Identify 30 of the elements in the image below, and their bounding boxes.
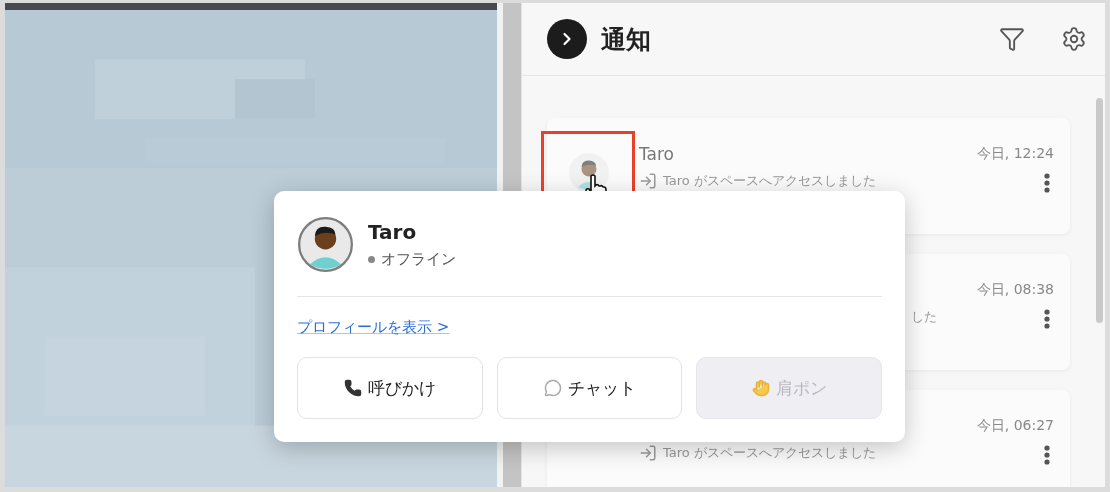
notification-message: Taro がスペースへアクセスしました [663, 173, 877, 189]
notification-time: 今日, 06:27 [976, 417, 1054, 435]
chat-button[interactable]: チャット [496, 357, 683, 419]
phone-icon [343, 379, 362, 397]
more-button[interactable] [1044, 309, 1050, 329]
panel-title: 通知 [601, 23, 652, 56]
sender-name: Taro [639, 144, 675, 164]
profile-link[interactable]: プロフィールを表示 > [297, 318, 450, 337]
more-button[interactable] [1044, 445, 1050, 465]
more-button[interactable] [1044, 173, 1050, 193]
filter-icon [999, 26, 1025, 52]
hand-icon [751, 379, 770, 397]
notification-message: した [911, 309, 938, 325]
call-button[interactable]: 呼びかけ [297, 357, 483, 419]
user-status: オフライン [381, 250, 456, 269]
settings-icon [1061, 26, 1087, 52]
notification-time: 今日, 08:38 [976, 281, 1054, 299]
more-icon [1044, 445, 1050, 465]
enter-icon [639, 444, 657, 462]
scrollbar[interactable] [1096, 98, 1103, 323]
notification-message: Taro がスペースへアクセスしました [663, 445, 877, 461]
speech-bubble-icon [543, 379, 562, 397]
more-icon [1044, 309, 1050, 329]
enter-icon [639, 172, 657, 190]
more-icon [1044, 173, 1050, 193]
status-dot-icon [368, 256, 375, 263]
collapse-button[interactable] [547, 19, 587, 59]
avatar [297, 216, 354, 273]
user-name: Taro [368, 220, 418, 244]
notification-time: 今日, 12:24 [976, 145, 1054, 163]
